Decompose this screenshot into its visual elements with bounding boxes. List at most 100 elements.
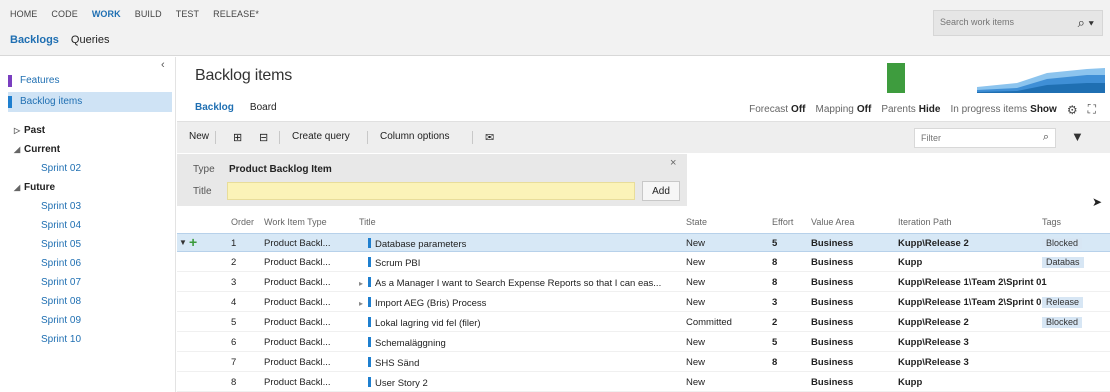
- sprint-item[interactable]: Sprint 07: [14, 273, 81, 292]
- tree-current-label: Current: [24, 144, 61, 155]
- cumulative-flow-mini-chart[interactable]: [977, 63, 1105, 93]
- page-title: Backlog items: [195, 67, 292, 84]
- table-row[interactable]: 6 Product Backl... Schemaläggning New 5 …: [177, 333, 1110, 352]
- column-header-tags[interactable]: Tags: [1042, 217, 1061, 233]
- fullscreen-icon[interactable]: ⛶: [1088, 102, 1096, 117]
- table-row[interactable]: 5 Product Backl... Lokal lagring vid fel…: [177, 313, 1110, 332]
- cell-type: Product Backl...: [264, 357, 331, 368]
- title-link[interactable]: Schemaläggning: [375, 338, 446, 349]
- cell-title[interactable]: ▸ Import AEG (Bris) Process: [359, 297, 679, 309]
- table-row[interactable]: 7 Product Backl... SHS Sänd New 8 Busine…: [177, 353, 1110, 372]
- velocity-mini-chart[interactable]: [887, 63, 905, 93]
- forecast-toggle[interactable]: Forecast Off: [749, 104, 805, 115]
- cell-title[interactable]: Schemaläggning: [359, 337, 679, 349]
- cell-title[interactable]: Scrum PBI: [359, 257, 679, 269]
- expand-all-icon[interactable]: ⊞: [233, 131, 242, 144]
- filter-box[interactable]: ⌕: [914, 128, 1056, 148]
- tab-board[interactable]: Board: [250, 102, 277, 113]
- type-selector[interactable]: Product Backlog Item: [229, 164, 332, 175]
- title-link[interactable]: As a Manager I want to Search Expense Re…: [375, 278, 661, 289]
- column-header-value-area[interactable]: Value Area: [811, 217, 854, 233]
- hub-home[interactable]: HOME: [10, 9, 37, 19]
- sprint-item[interactable]: Sprint 04: [14, 216, 81, 235]
- hub-work[interactable]: WORK: [92, 9, 121, 19]
- title-link[interactable]: SHS Sänd: [375, 358, 419, 369]
- column-header-effort[interactable]: Effort: [772, 217, 793, 233]
- new-button[interactable]: New: [189, 131, 209, 142]
- pbi-color-bar: [368, 377, 371, 387]
- sprint-item[interactable]: Sprint 06: [14, 254, 81, 273]
- title-link[interactable]: Database parameters: [375, 239, 466, 250]
- tab-backlogs[interactable]: Backlogs: [10, 34, 59, 46]
- column-header-type[interactable]: Work Item Type: [264, 217, 327, 233]
- collapse-all-icon[interactable]: ⊟: [259, 131, 268, 144]
- title-input[interactable]: [227, 182, 635, 200]
- in-progress-value: Show: [1030, 104, 1057, 115]
- tree-future-label: Future: [24, 182, 56, 193]
- nav-features[interactable]: Features: [8, 71, 172, 91]
- table-row[interactable]: 8 Product Backl... User Story 2 New Busi…: [177, 373, 1110, 392]
- tab-queries[interactable]: Queries: [71, 34, 110, 46]
- expand-row-icon[interactable]: ▸: [359, 299, 364, 308]
- search-box[interactable]: ⌕ ▾: [933, 10, 1103, 36]
- cell-title[interactable]: User Story 2: [359, 377, 679, 389]
- search-icon[interactable]: ⌕ ▾: [1078, 15, 1094, 31]
- table-row[interactable]: 3 Product Backl... ▸ As a Manager I want …: [177, 273, 1110, 292]
- context-menu-icon[interactable]: ▼: [179, 238, 187, 247]
- column-header-order[interactable]: Order: [231, 217, 254, 233]
- email-icon[interactable]: ✉: [485, 131, 494, 144]
- add-button[interactable]: Add: [642, 181, 680, 201]
- parents-toggle[interactable]: Parents Hide: [881, 104, 940, 115]
- title-link[interactable]: User Story 2: [375, 378, 428, 389]
- table-row[interactable]: 2 Product Backl... Scrum PBI New 8 Busin…: [177, 253, 1110, 272]
- close-icon[interactable]: ×: [670, 157, 676, 169]
- column-options-button[interactable]: Column options: [380, 131, 449, 142]
- tag-badge[interactable]: Release: [1042, 297, 1084, 308]
- cell-effort: 5: [772, 238, 778, 249]
- title-link[interactable]: Import AEG (Bris) Process: [375, 298, 486, 309]
- tree-current[interactable]: ◢ Current: [14, 140, 81, 159]
- sprint-item[interactable]: Sprint 08: [14, 292, 81, 311]
- table-row[interactable]: 4 Product Backl... ▸ Import AEG (Bris) Pr…: [177, 293, 1110, 312]
- cell-title[interactable]: Database parameters: [359, 238, 679, 250]
- gear-icon[interactable]: ⚙: [1067, 103, 1078, 117]
- cell-title[interactable]: Lokal lagring vid fel (filer): [359, 317, 679, 329]
- filter-input[interactable]: [921, 133, 1021, 143]
- cell-order: 5: [231, 317, 237, 328]
- tree-future[interactable]: ◢ Future: [14, 178, 81, 197]
- search-input[interactable]: [940, 17, 1060, 27]
- sprint-item[interactable]: Sprint 09: [14, 311, 81, 330]
- sprint-item[interactable]: Sprint 03: [14, 197, 81, 216]
- expand-row-icon[interactable]: ▸: [359, 279, 364, 288]
- tab-backlog[interactable]: Backlog: [195, 102, 234, 113]
- sprint-item[interactable]: Sprint 10: [14, 330, 81, 349]
- hub-release[interactable]: RELEASE*: [213, 9, 259, 19]
- add-child-icon[interactable]: +: [189, 234, 197, 250]
- feature-color-bar: [8, 75, 12, 87]
- hub-code[interactable]: CODE: [51, 9, 77, 19]
- tree-past[interactable]: ▷ Past: [14, 121, 81, 140]
- tag-badge[interactable]: Blocked: [1042, 317, 1083, 328]
- collapse-pane-icon[interactable]: ‹: [161, 59, 165, 71]
- tag-badge[interactable]: Databas: [1042, 257, 1084, 268]
- title-link[interactable]: Scrum PBI: [375, 258, 420, 269]
- table-row[interactable]: ▼ + 1 Product Backl... Database paramete…: [177, 233, 1110, 252]
- search-icon[interactable]: ⌕: [1043, 131, 1049, 144]
- create-query-button[interactable]: Create query: [292, 131, 350, 142]
- filter-funnel-icon[interactable]: ▼: [1071, 129, 1084, 144]
- mapping-toggle[interactable]: Mapping Off: [816, 104, 872, 115]
- sprint-item[interactable]: Sprint 05: [14, 235, 81, 254]
- title-link[interactable]: Lokal lagring vid fel (filer): [375, 318, 481, 329]
- cell-title[interactable]: ▸ As a Manager I want to Search Expense R…: [359, 277, 679, 289]
- hub-build[interactable]: BUILD: [135, 9, 162, 19]
- cell-title[interactable]: SHS Sänd: [359, 357, 679, 369]
- cell-value-area: Business: [811, 377, 854, 388]
- sprint-item[interactable]: Sprint 02: [14, 159, 81, 178]
- nav-backlog-items[interactable]: Backlog items: [8, 92, 172, 112]
- column-header-iteration[interactable]: Iteration Path: [898, 217, 952, 233]
- in-progress-toggle[interactable]: In progress items Show: [950, 104, 1056, 115]
- column-header-state[interactable]: State: [686, 217, 707, 233]
- tag-badge[interactable]: Blocked: [1042, 238, 1083, 249]
- column-header-title[interactable]: Title: [359, 217, 376, 233]
- hub-test[interactable]: TEST: [176, 9, 199, 19]
